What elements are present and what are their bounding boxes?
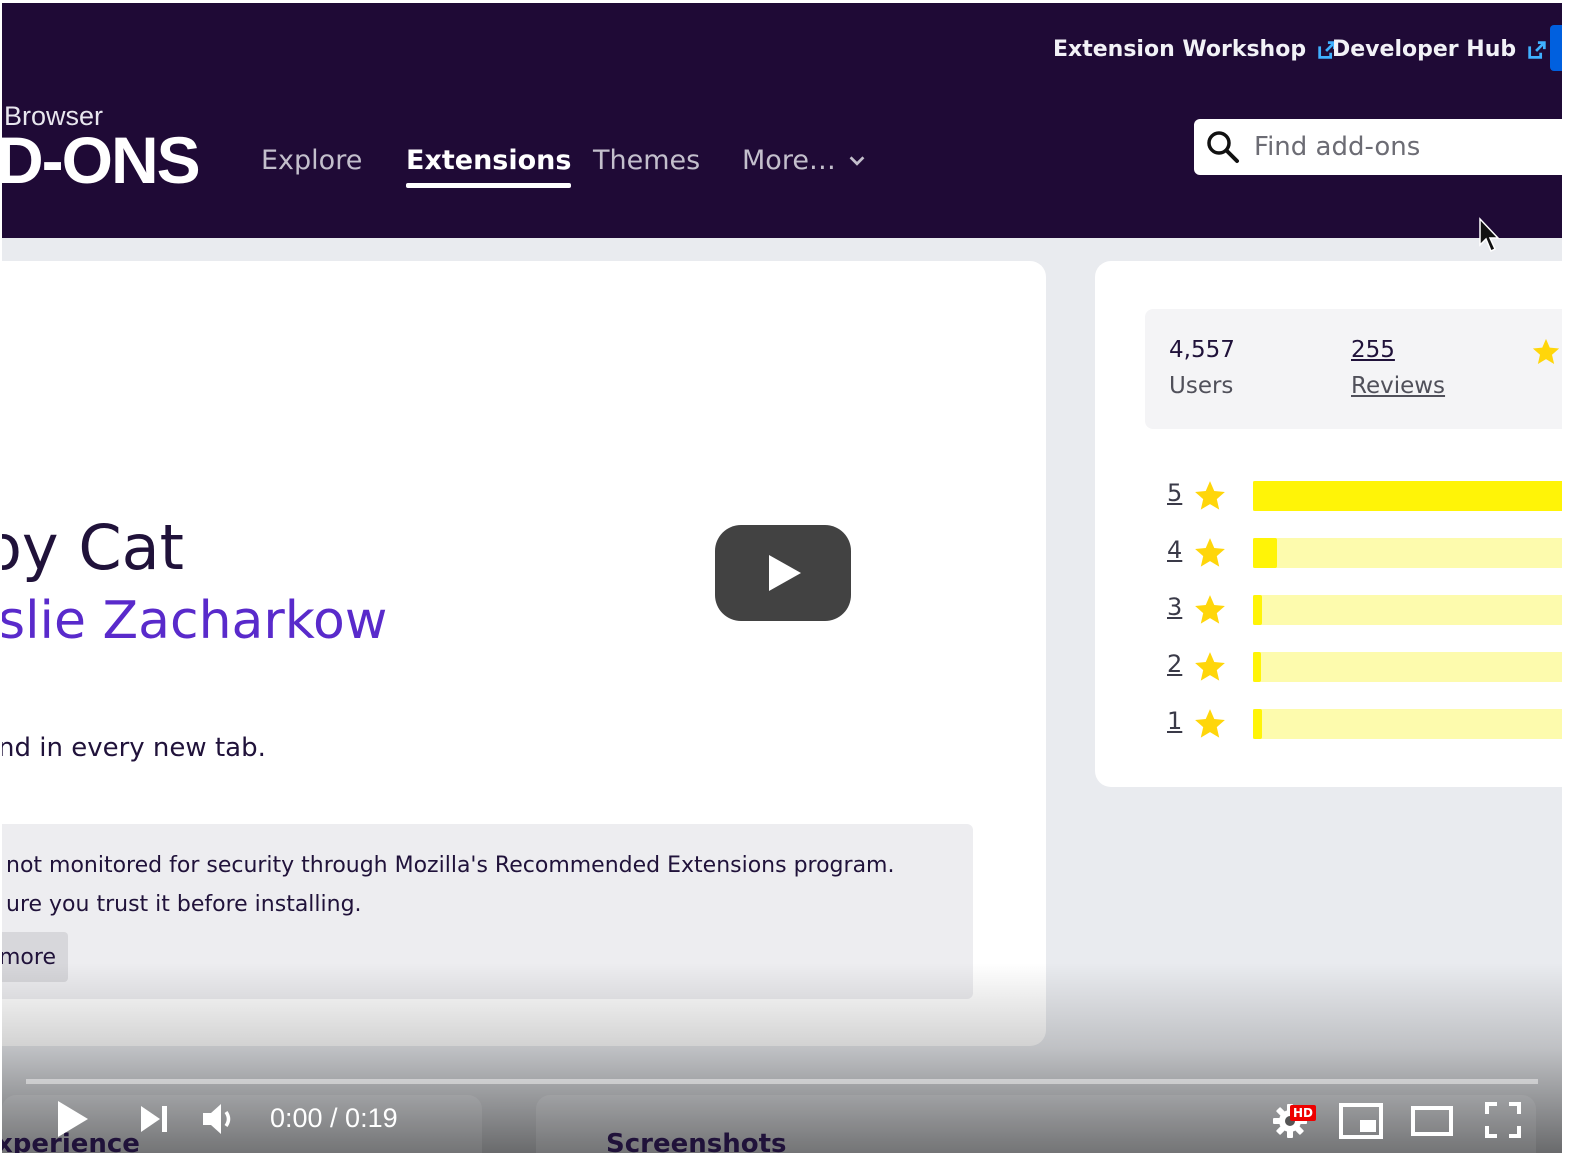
star-icon bbox=[1195, 652, 1225, 681]
theater-mode-icon[interactable] bbox=[1410, 1103, 1454, 1139]
star-icon bbox=[1195, 709, 1225, 738]
star-icon bbox=[1532, 338, 1560, 364]
volume-icon[interactable] bbox=[200, 1100, 240, 1138]
extension-workshop-link[interactable]: Extension Workshop bbox=[1053, 37, 1338, 62]
addon-summary: nd in every new tab. bbox=[2, 733, 266, 763]
rating-bar-track bbox=[1253, 538, 1562, 568]
search-box[interactable] bbox=[1194, 119, 1562, 175]
nav-themes[interactable]: Themes bbox=[593, 145, 700, 176]
addon-author-link[interactable]: slie Zacharkow bbox=[2, 591, 387, 651]
nav-explore[interactable]: Explore bbox=[261, 145, 362, 176]
star-icon bbox=[1195, 595, 1225, 624]
hd-badge: HD bbox=[1290, 1105, 1317, 1121]
reviews-count-link[interactable]: 255 bbox=[1351, 337, 1395, 363]
rating-row: 5 bbox=[1167, 479, 1562, 513]
nav-extensions[interactable]: Extensions bbox=[406, 145, 572, 188]
addon-name: oy Cat bbox=[2, 511, 184, 584]
rating-bar-fill bbox=[1253, 481, 1562, 511]
logo-addons-text[interactable]: D-ONS bbox=[2, 127, 201, 193]
star-icon bbox=[1195, 538, 1225, 567]
nav-more[interactable]: More… bbox=[742, 145, 868, 176]
search-icon bbox=[1207, 131, 1239, 163]
nav-more-label: More… bbox=[742, 145, 836, 176]
users-count: 4,557 bbox=[1169, 337, 1235, 363]
users-label: Users bbox=[1169, 373, 1234, 399]
video-frame: Extension Workshop Developer Hub Browser… bbox=[2, 3, 1562, 1153]
video-progress-bar[interactable] bbox=[26, 1079, 1538, 1084]
rating-bar-fill bbox=[1253, 595, 1262, 625]
rating-stars-link[interactable]: 5 bbox=[1167, 479, 1182, 507]
rating-bar-fill bbox=[1253, 709, 1262, 739]
rating-bar-track bbox=[1253, 709, 1562, 739]
rating-stars-link[interactable]: 3 bbox=[1167, 593, 1182, 621]
rating-stars-link[interactable]: 4 bbox=[1167, 536, 1182, 564]
video-time: 0:00 / 0:19 bbox=[270, 1103, 398, 1133]
rating-stars-link[interactable]: 1 bbox=[1167, 707, 1182, 735]
chevron-down-icon bbox=[849, 155, 865, 166]
star-icon bbox=[1195, 481, 1225, 510]
youtube-play-button-icon[interactable] bbox=[715, 525, 851, 621]
reviews-label-link[interactable]: Reviews bbox=[1351, 373, 1445, 399]
fullscreen-icon[interactable] bbox=[1484, 1101, 1522, 1139]
addon-info-card: oy Cat slie Zacharkow nd in every new ta… bbox=[2, 261, 1046, 1046]
login-button-edge[interactable] bbox=[1550, 25, 1562, 71]
mouse-pointer-icon bbox=[1479, 217, 1500, 253]
stats-box: 4,557 Users 255 Reviews bbox=[1145, 309, 1562, 429]
rating-row: 2 bbox=[1167, 650, 1562, 684]
rating-row: 1 bbox=[1167, 707, 1562, 741]
external-link-icon bbox=[1528, 40, 1546, 59]
miniplayer-icon[interactable] bbox=[1338, 1101, 1384, 1141]
developer-hub-link[interactable]: Developer Hub bbox=[1332, 37, 1548, 62]
screenshots-heading: Screenshots bbox=[606, 1129, 787, 1153]
ratings-card: 4,557 Users 255 Reviews 5 4 3 2 1 bbox=[1095, 261, 1562, 787]
rating-stars-link[interactable]: 2 bbox=[1167, 650, 1182, 678]
rating-bar-fill bbox=[1253, 652, 1261, 682]
rating-row: 3 bbox=[1167, 593, 1562, 627]
rating-bar-track bbox=[1253, 481, 1562, 511]
rating-bar-fill bbox=[1253, 538, 1277, 568]
next-video-icon[interactable] bbox=[138, 1103, 170, 1135]
notice-line-1: not monitored for security through Mozil… bbox=[6, 853, 895, 878]
extension-workshop-label: Extension Workshop bbox=[1053, 37, 1307, 62]
play-icon[interactable] bbox=[54, 1099, 90, 1139]
rating-bar-track bbox=[1253, 595, 1562, 625]
developer-hub-label: Developer Hub bbox=[1332, 37, 1517, 62]
rating-bar-track bbox=[1253, 652, 1562, 682]
rating-row: 4 bbox=[1167, 536, 1562, 570]
notice-line-2: ure you trust it before installing. bbox=[6, 892, 362, 917]
site-header: Extension Workshop Developer Hub Browser… bbox=[2, 3, 1562, 238]
notice-text: not monitored for security through Mozil… bbox=[6, 846, 894, 924]
search-input[interactable] bbox=[1254, 132, 1554, 162]
